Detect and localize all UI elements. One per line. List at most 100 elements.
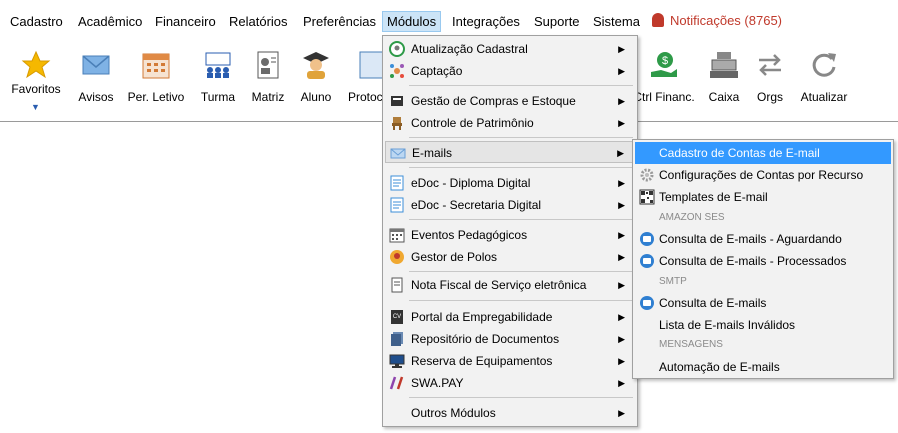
menu-item-label: Nota Fiscal de Serviço eletrônica bbox=[411, 278, 587, 292]
menu-item-reserva-equipamentos[interactable]: Reserva de Equipamentos ▶ bbox=[385, 350, 635, 372]
submenu-item-configuracoes-contas[interactable]: Configurações de Contas por Recurso bbox=[635, 164, 891, 186]
calendar-icon bbox=[389, 228, 405, 243]
menu-separator bbox=[409, 137, 633, 138]
graduate-icon bbox=[303, 52, 329, 79]
menu-item-label: Captação bbox=[411, 64, 463, 78]
submenu-item-templates-email[interactable]: Templates de E-mail bbox=[635, 186, 891, 208]
menu-academico[interactable]: Acadêmico bbox=[74, 13, 146, 30]
menu-item-emails[interactable]: E-mails ▶ bbox=[385, 141, 635, 163]
submenu-item-label: Consulta de E-mails bbox=[659, 296, 767, 310]
menu-preferencias[interactable]: Preferências bbox=[299, 13, 380, 30]
cash-register-icon bbox=[710, 52, 738, 78]
update-profile-icon bbox=[389, 41, 405, 57]
submenu-item-consulta-aguardando[interactable]: Consulta de E-mails - Aguardando bbox=[635, 228, 891, 250]
chair-icon bbox=[392, 117, 402, 130]
menu-integracoes[interactable]: Integrações bbox=[448, 13, 524, 30]
submenu-item-label: Consulta de E-mails - Aguardando bbox=[659, 232, 842, 246]
menu-item-label: Portal da Empregabilidade bbox=[411, 310, 553, 324]
submenu-arrow-icon: ▶ bbox=[618, 334, 625, 344]
mail-icon bbox=[640, 254, 654, 268]
calendar-icon bbox=[142, 53, 170, 79]
menu-item-controle-patrimonio[interactable]: Controle de Patrimônio ▶ bbox=[385, 112, 635, 134]
avisos-button[interactable]: Avisos bbox=[66, 50, 126, 118]
submenu-item-label: Automação de E-mails bbox=[659, 360, 780, 374]
cv-icon: CV bbox=[391, 310, 403, 324]
swap-arrows-icon bbox=[759, 54, 781, 76]
emails-submenu: Cadastro de Contas de E-mail Configuraçõ… bbox=[632, 139, 894, 379]
menu-item-edoc-diploma[interactable]: eDoc - Diploma Digital ▶ bbox=[385, 172, 635, 194]
menu-item-label: E-mails bbox=[412, 146, 453, 160]
menu-item-atualizacao-cadastral[interactable]: Atualização Cadastral ▶ bbox=[385, 38, 635, 60]
menu-modulos[interactable]: Módulos bbox=[382, 11, 442, 32]
menu-financeiro[interactable]: Financeiro bbox=[151, 13, 220, 30]
submenu-arrow-icon: ▶ bbox=[618, 356, 625, 366]
menu-item-edoc-secretaria[interactable]: eDoc - Secretaria Digital ▶ bbox=[385, 194, 635, 216]
atualizar-button[interactable]: Atualizar bbox=[794, 50, 854, 118]
swapay-icon bbox=[389, 376, 404, 390]
submenu-item-lista-invalidos[interactable]: Lista de E-mails Inválidos bbox=[635, 314, 891, 336]
submenu-item-automacao-emails[interactable]: Automação de E-mails bbox=[635, 356, 891, 378]
submenu-item-consulta-emails[interactable]: Consulta de E-mails bbox=[635, 292, 891, 314]
menu-item-eventos-pedagogicos[interactable]: Eventos Pedagógicos ▶ bbox=[385, 224, 635, 246]
refresh-icon bbox=[812, 53, 836, 77]
menu-item-label: Controle de Patrimônio bbox=[411, 116, 534, 130]
menu-separator bbox=[409, 219, 633, 220]
envelope-icon bbox=[82, 55, 110, 75]
money-hand-icon: $ bbox=[651, 52, 677, 77]
submenu-arrow-icon: ▶ bbox=[618, 178, 625, 188]
submenu-arrow-icon: ▶ bbox=[618, 312, 625, 322]
menu-item-captacao[interactable]: Captação ▶ bbox=[385, 60, 635, 82]
per-letivo-button[interactable]: Per. Letivo bbox=[126, 50, 186, 118]
qr-code-icon bbox=[639, 189, 655, 205]
submenu-item-label: Cadastro de Contas de E-mail bbox=[659, 146, 820, 160]
protocolo-button[interactable]: Protoc bbox=[340, 50, 382, 118]
chevron-down-icon: ▼ bbox=[31, 102, 40, 112]
modulos-dropdown: Atualização Cadastral ▶ Captação ▶ Gestão … bbox=[382, 35, 638, 427]
submenu-item-label: Lista de E-mails Inválidos bbox=[659, 318, 796, 332]
shopping-icon bbox=[391, 96, 403, 106]
menu-item-nota-fiscal[interactable]: Nota Fiscal de Serviço eletrônica ▶ bbox=[385, 272, 635, 298]
mail-icon bbox=[640, 296, 654, 310]
aluno-button[interactable]: Aluno bbox=[286, 50, 346, 118]
menu-item-label: eDoc - Diploma Digital bbox=[411, 176, 531, 190]
submenu-arrow-icon: ▶ bbox=[618, 378, 625, 388]
ctrl-financ-button[interactable]: $ Ctrl Financ. bbox=[633, 50, 695, 118]
submenu-arrow-icon: ▶ bbox=[618, 230, 625, 240]
svg-text:$: $ bbox=[662, 55, 668, 67]
menu-item-gestor-polos[interactable]: Gestor de Polos ▶ bbox=[385, 246, 635, 268]
files-icon bbox=[391, 332, 403, 346]
classroom-icon bbox=[205, 52, 231, 78]
menu-item-label: Gestor de Polos bbox=[411, 250, 498, 264]
submenu-arrow-icon: ▶ bbox=[618, 66, 625, 76]
menu-relatorios[interactable]: Relatórios bbox=[225, 13, 292, 30]
gear-icon bbox=[640, 168, 654, 182]
menu-item-gestao-compras[interactable]: Gestão de Compras e Estoque ▶ bbox=[385, 90, 635, 112]
submenu-item-label: Consulta de E-mails - Processados bbox=[659, 254, 847, 268]
menu-suporte[interactable]: Suporte bbox=[530, 13, 584, 30]
menu-separator bbox=[409, 397, 633, 398]
favoritos-button[interactable]: Favoritos ▼ bbox=[6, 50, 66, 118]
section-header-smtp: SMTP bbox=[659, 276, 687, 287]
notifications-button[interactable]: Notificações (8765) bbox=[652, 12, 782, 30]
menu-item-label: Reserva de Equipamentos bbox=[411, 354, 553, 368]
menu-sistema[interactable]: Sistema bbox=[589, 13, 644, 30]
email-icon bbox=[390, 148, 406, 159]
orgs-button[interactable]: Orgs bbox=[740, 50, 800, 118]
submenu-arrow-icon: ▶ bbox=[618, 44, 625, 54]
submenu-item-cadastro-contas-email[interactable]: Cadastro de Contas de E-mail bbox=[635, 142, 891, 164]
menu-separator bbox=[409, 85, 633, 86]
submenu-arrow-icon: ▶ bbox=[618, 408, 625, 418]
menu-item-repositorio-documentos[interactable]: Repositório de Documentos ▶ bbox=[385, 328, 635, 350]
star-icon bbox=[21, 50, 51, 79]
network-icon bbox=[390, 64, 404, 78]
menu-bar: Cadastro Acadêmico Financeiro Relatórios… bbox=[0, 0, 898, 40]
menu-item-label: SWA.PAY bbox=[411, 376, 464, 390]
submenu-arrow-icon: ▶ bbox=[618, 280, 625, 290]
submenu-arrow-icon: ▶ bbox=[618, 96, 625, 106]
menu-item-swa-pay[interactable]: SWA.PAY ▶ bbox=[385, 372, 635, 394]
submenu-item-consulta-processados[interactable]: Consulta de E-mails - Processados bbox=[635, 250, 891, 272]
section-header-amazon-ses: AMAZON SES bbox=[659, 212, 725, 223]
menu-cadastro[interactable]: Cadastro bbox=[6, 13, 67, 30]
menu-item-portal-empregabilidade[interactable]: CV Portal da Empregabilidade ▶ bbox=[385, 306, 635, 328]
menu-item-outros-modulos[interactable]: Outros Módulos ▶ bbox=[385, 402, 635, 424]
